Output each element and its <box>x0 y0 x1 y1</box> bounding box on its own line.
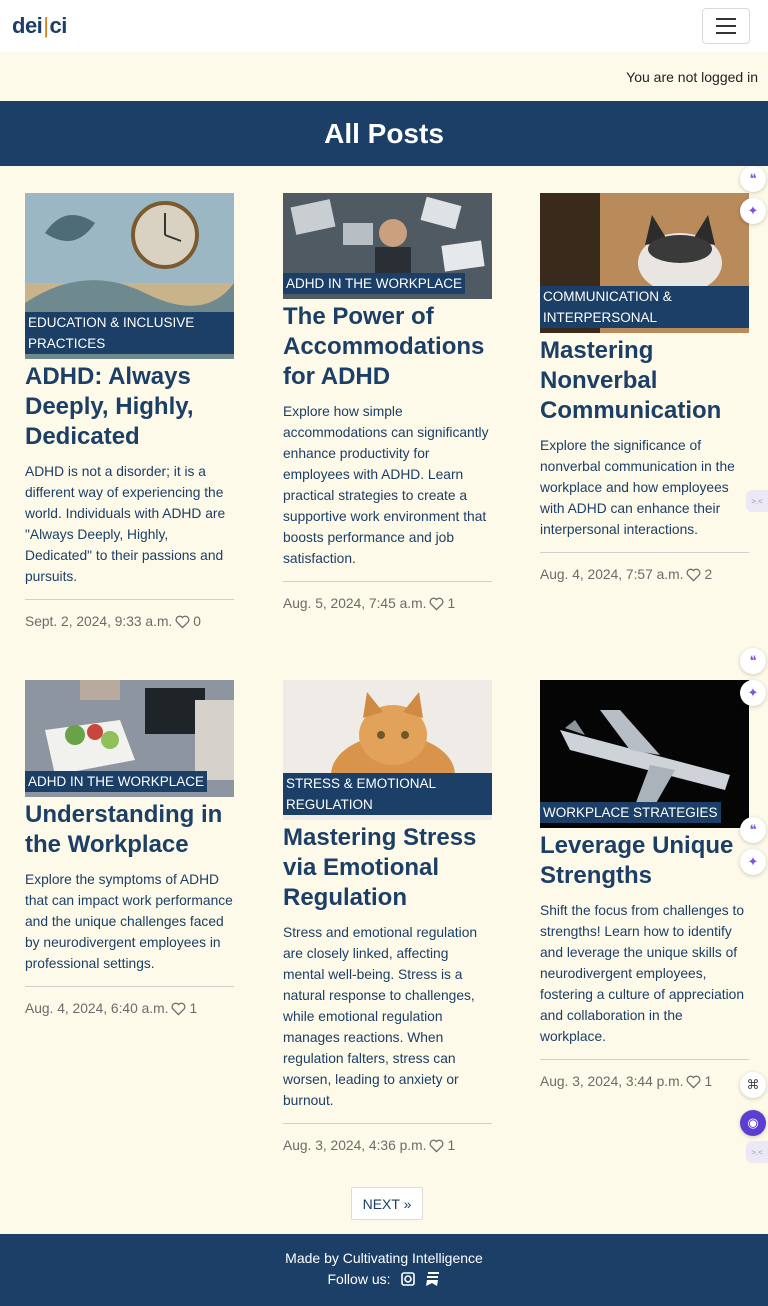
category-badge[interactable]: WORKPLACE STRATEGIES <box>540 802 721 823</box>
sidebar-peek-icon[interactable]: >.< <box>746 1141 768 1163</box>
footer-credit: Made by Cultivating Intelligence <box>285 1250 483 1266</box>
sidebar-peek-icon[interactable]: >.< <box>746 490 768 512</box>
heart-icon[interactable] <box>429 1139 444 1153</box>
post-date: Aug. 3, 2024, 4:36 p.m. <box>283 1138 427 1153</box>
post-title[interactable]: Understanding in the Workplace <box>25 800 234 860</box>
follow-row: Follow us: <box>0 1271 768 1287</box>
heart-icon[interactable] <box>171 1002 186 1016</box>
login-status-text: You are not logged in <box>626 68 758 85</box>
divider <box>540 552 749 553</box>
divider <box>283 1123 492 1124</box>
like-count: 1 <box>189 1001 198 1016</box>
follow-label: Follow us: <box>327 1271 391 1287</box>
heart-icon[interactable] <box>175 615 190 629</box>
substack-icon[interactable] <box>425 1271 441 1287</box>
menu-toggle-button[interactable] <box>702 8 750 44</box>
page-title-banner: All Posts <box>0 101 768 166</box>
post-date: Sept. 2, 2024, 9:33 a.m. <box>25 614 173 629</box>
like-count: 0 <box>193 614 201 629</box>
post-card[interactable]: WORKPLACE STRATEGIES Leverage Unique Str… <box>540 680 749 1089</box>
sparkle-icon[interactable]: ✦ <box>740 198 766 224</box>
post-date: Aug. 4, 2024, 6:40 a.m. <box>25 1001 169 1016</box>
post-meta: Aug. 4, 2024, 6:40 a.m. 1 <box>25 1001 234 1016</box>
category-badge[interactable]: ADHD IN THE WORKPLACE <box>25 771 208 792</box>
post-meta: Aug. 3, 2024, 4:36 p.m. 1 <box>283 1138 492 1153</box>
post-title[interactable]: Mastering Stress via Emotional Regulatio… <box>283 823 492 913</box>
posts-grid: EDUCATION & INCLUSIVE PRACTICES ADHD: Al… <box>0 166 768 1234</box>
post-excerpt: Stress and emotional regulation are clos… <box>283 925 478 1108</box>
like-count: 1 <box>704 1074 713 1089</box>
quote-icon[interactable]: ❝ <box>740 648 766 674</box>
post-excerpt: Explore the symptoms of ADHD that can im… <box>25 872 233 971</box>
post-thumbnail[interactable]: COMMUNICATION & INTERPERSONAL <box>540 193 749 333</box>
menu-icon-bar <box>716 32 736 34</box>
post-excerpt: Explore how simple accommodations can si… <box>283 404 489 566</box>
menu-icon-bar <box>716 18 736 20</box>
instagram-icon[interactable] <box>400 1272 415 1286</box>
like-count: 1 <box>447 596 456 611</box>
sparkle-icon[interactable]: ✦ <box>740 849 766 875</box>
brand-logo[interactable]: dei|ci <box>12 13 67 39</box>
post-thumbnail[interactable]: EDUCATION & INCLUSIVE PRACTICES <box>25 193 234 359</box>
heart-icon[interactable] <box>686 568 701 582</box>
post-title[interactable]: ADHD: Always Deeply, Highly, Dedicated <box>25 362 234 452</box>
post-thumbnail[interactable]: STRESS & EMOTIONAL REGULATION <box>283 680 492 820</box>
post-thumbnail[interactable]: ADHD IN THE WORKPLACE <box>283 193 492 299</box>
heart-icon[interactable] <box>429 597 444 611</box>
post-card[interactable]: COMMUNICATION & INTERPERSONAL Mastering … <box>540 193 749 582</box>
post-date: Aug. 5, 2024, 7:45 a.m. <box>283 596 427 611</box>
divider <box>25 599 234 600</box>
divider <box>25 986 234 987</box>
post-date: Aug. 3, 2024, 3:44 p.m. <box>540 1074 684 1089</box>
post-excerpt: Explore the significance of nonverbal co… <box>540 438 735 537</box>
quote-icon[interactable]: ❝ <box>740 817 766 843</box>
like-count: 1 <box>447 1138 456 1153</box>
post-card[interactable]: EDUCATION & INCLUSIVE PRACTICES ADHD: Al… <box>25 193 234 629</box>
like-count: 2 <box>704 567 713 582</box>
post-date: Aug. 4, 2024, 7:57 a.m. <box>540 567 684 582</box>
post-meta: Aug. 3, 2024, 3:44 p.m. 1 <box>540 1074 749 1089</box>
post-thumbnail[interactable]: ADHD IN THE WORKPLACE <box>25 680 234 797</box>
assistant-icon[interactable]: ◉ <box>740 1110 766 1136</box>
command-icon[interactable]: ⌘ <box>740 1072 766 1098</box>
post-card[interactable]: ADHD IN THE WORKPLACE The Power of Accom… <box>283 193 492 611</box>
category-badge[interactable]: ADHD IN THE WORKPLACE <box>283 273 466 294</box>
post-card[interactable]: STRESS & EMOTIONAL REGULATION Mastering … <box>283 680 492 1153</box>
footer: Made by Cultivating Intelligence Follow … <box>0 1234 768 1306</box>
heart-icon[interactable] <box>686 1075 701 1089</box>
sparkle-icon[interactable]: ✦ <box>740 680 766 706</box>
post-title[interactable]: Leverage Unique Strengths <box>540 831 749 891</box>
category-badge[interactable]: EDUCATION & INCLUSIVE PRACTICES <box>25 312 234 354</box>
menu-icon-bar <box>716 25 736 27</box>
post-meta: Sept. 2, 2024, 9:33 a.m. 0 <box>25 614 234 629</box>
post-excerpt: ADHD is not a disorder; it is a differen… <box>25 464 226 584</box>
post-thumbnail[interactable]: WORKPLACE STRATEGIES <box>540 680 749 828</box>
post-card[interactable]: ADHD IN THE WORKPLACE Understanding in t… <box>25 680 234 1016</box>
post-title[interactable]: Mastering Nonverbal Communication <box>540 336 749 426</box>
post-meta: Aug. 5, 2024, 7:45 a.m. 1 <box>283 596 492 611</box>
next-page-button[interactable]: NEXT » <box>351 1187 423 1220</box>
post-meta: Aug. 4, 2024, 7:57 a.m. 2 <box>540 567 749 582</box>
post-excerpt: Shift the focus from challenges to stren… <box>540 903 745 1044</box>
navbar: dei|ci <box>0 0 768 52</box>
category-badge[interactable]: STRESS & EMOTIONAL REGULATION <box>283 773 492 815</box>
post-title[interactable]: The Power of Accommodations for ADHD <box>283 302 492 392</box>
divider <box>283 581 492 582</box>
divider <box>540 1059 749 1060</box>
category-badge[interactable]: COMMUNICATION & INTERPERSONAL <box>540 286 749 328</box>
quote-icon[interactable]: ❝ <box>740 166 766 192</box>
page-title: All Posts <box>324 117 444 149</box>
login-status: You are not logged in <box>0 52 768 101</box>
